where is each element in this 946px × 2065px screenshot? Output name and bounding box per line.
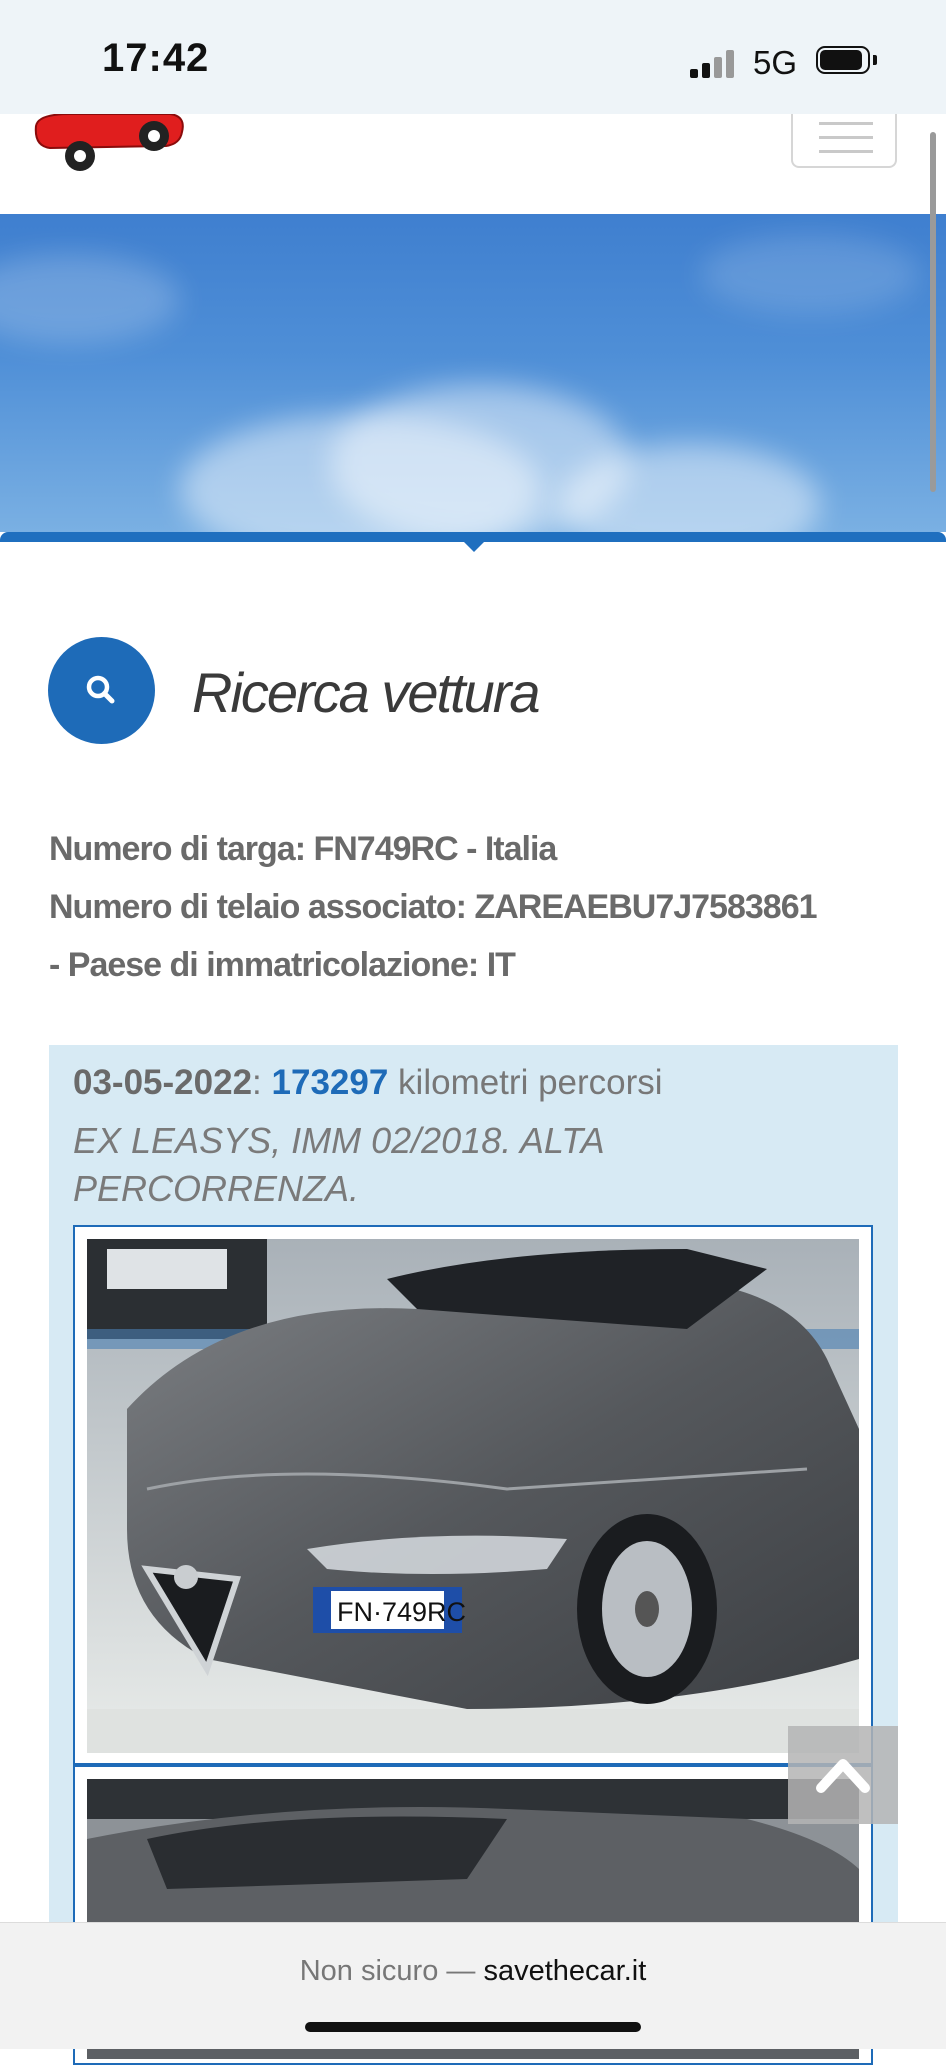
record-km-suffix: kilometri percorsi [398, 1063, 663, 1102]
hero-notch [462, 540, 486, 552]
registration-country-text: - Paese di immatricolazione: IT [49, 946, 516, 984]
hero-banner [0, 214, 946, 532]
record-summary: 03-05-2022: 173297 kilometri percorsi [73, 1063, 663, 1103]
domain-label: savethecar.it [483, 1955, 647, 1987]
status-bar: 17:42 5G [0, 0, 946, 114]
clock: 17:42 [102, 36, 210, 80]
security-label: Non sicuro — [299, 1955, 476, 1987]
page-scrollbar[interactable] [930, 132, 936, 492]
record-note: EX LEASYS, IMM 02/2018. ALTA PERCORRENZA… [73, 1120, 604, 1209]
back-to-top-button[interactable] [788, 1726, 898, 1824]
record-km: 173297 [271, 1063, 389, 1102]
home-indicator[interactable] [305, 2022, 641, 2032]
search-icon [48, 637, 155, 744]
browser-address-bar[interactable]: Non sicuro — savethecar.it [0, 1922, 946, 2049]
network-label: 5G [753, 44, 798, 81]
car-photo-frame[interactable]: FN·749RC [73, 1225, 873, 1765]
menu-button[interactable] [791, 114, 897, 168]
url-display[interactable]: Non sicuro — savethecar.it [0, 1955, 946, 1988]
chevron-up-icon [816, 1759, 870, 1793]
site-header [0, 114, 946, 215]
vin-text: Numero di telaio associato: ZAREAEBU7J75… [49, 888, 818, 926]
mileage-record: 03-05-2022: 173297 kilometri percorsi EX… [49, 1045, 898, 2065]
car-logo-icon[interactable] [30, 114, 185, 176]
signal-icon [690, 48, 740, 78]
license-plate-text: FN·749RC [337, 1597, 466, 1627]
battery-icon [816, 46, 878, 76]
record-date: 03-05-2022 [73, 1063, 253, 1102]
page-title: Ricerca vettura [192, 661, 541, 724]
car-photo[interactable]: FN·749RC [87, 1239, 859, 1753]
record-separator: : [252, 1063, 262, 1102]
plate-number-text: Numero di targa: FN749RC - Italia [49, 830, 557, 868]
